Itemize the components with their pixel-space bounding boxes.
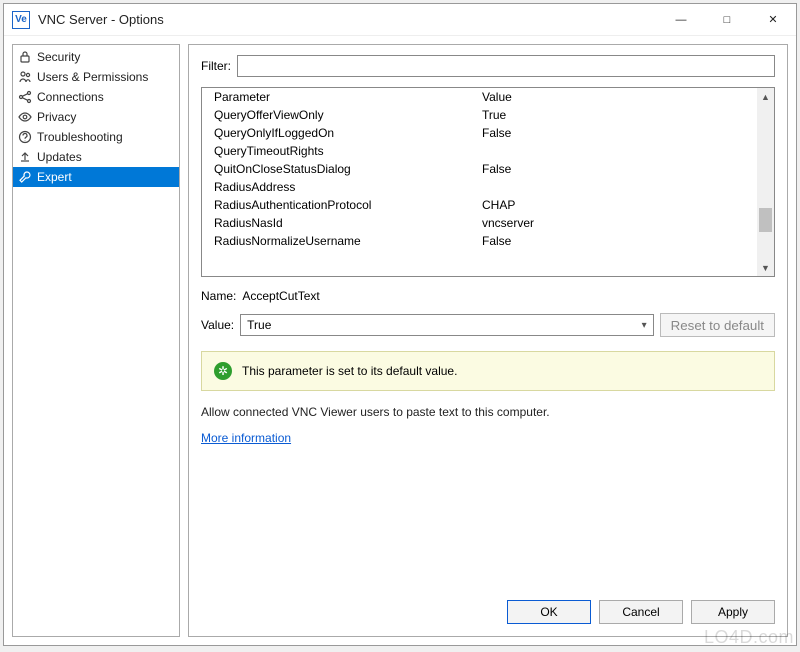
sidebar-item-updates[interactable]: Updates — [13, 147, 179, 167]
dialog-button-bar: OK Cancel Apply — [507, 600, 775, 624]
table-row[interactable]: RadiusAddress — [202, 178, 774, 196]
table-row[interactable]: RadiusAuthenticationProtocolCHAP — [202, 196, 774, 214]
sidebar-item-label: Privacy — [37, 110, 76, 124]
app-icon: Ve — [12, 11, 30, 29]
sidebar-item-label: Updates — [37, 150, 82, 164]
users-icon — [17, 69, 33, 85]
scroll-down-icon[interactable]: ▼ — [757, 259, 774, 276]
filter-input[interactable] — [237, 55, 775, 77]
chevron-down-icon: ▾ — [642, 320, 647, 331]
table-row[interactable]: RadiusNormalizeUsernameFalse — [202, 232, 774, 250]
sidebar-item-label: Troubleshooting — [37, 130, 123, 144]
value-dropdown[interactable]: True ▾ — [240, 314, 654, 336]
scroll-up-icon[interactable]: ▲ — [757, 88, 774, 105]
sidebar-item-label: Expert — [37, 170, 72, 184]
cancel-button[interactable]: Cancel — [599, 600, 683, 624]
question-icon — [17, 129, 33, 145]
table-row[interactable]: RadiusNasIdvncserver — [202, 214, 774, 232]
window-controls: ― □ ✕ — [658, 5, 796, 35]
name-row: Name: AcceptCutText — [201, 289, 775, 303]
banner-text: This parameter is set to its default val… — [242, 364, 457, 378]
table-scrollbar[interactable]: ▲ ▼ — [757, 88, 774, 276]
upload-icon — [17, 149, 33, 165]
close-button[interactable]: ✕ — [750, 5, 796, 35]
minimize-button[interactable]: ― — [658, 5, 704, 35]
parameter-description: Allow connected VNC Viewer users to past… — [201, 405, 775, 419]
header-value: Value — [482, 90, 766, 104]
sidebar-item-expert[interactable]: Expert — [13, 167, 179, 187]
category-sidebar: Security Users & Permissions Connections… — [12, 44, 180, 637]
info-banner: ✲ This parameter is set to its default v… — [201, 351, 775, 391]
main-panel: Filter: Parameter Value QueryOfferViewOn… — [188, 44, 788, 637]
connections-icon — [17, 89, 33, 105]
sidebar-item-label: Users & Permissions — [37, 70, 148, 84]
sidebar-item-users[interactable]: Users & Permissions — [13, 67, 179, 87]
value-row: Value: True ▾ Reset to default — [201, 313, 775, 337]
sidebar-item-label: Security — [37, 50, 80, 64]
titlebar: Ve VNC Server - Options ― □ ✕ — [4, 4, 796, 36]
more-information-link[interactable]: More information — [201, 431, 775, 445]
ok-button[interactable]: OK — [507, 600, 591, 624]
reset-to-default-button[interactable]: Reset to default — [660, 313, 775, 337]
table-row[interactable]: QueryOfferViewOnlyTrue — [202, 106, 774, 124]
content-area: Security Users & Permissions Connections… — [4, 36, 796, 645]
table-row[interactable]: QueryOnlyIfLoggedOnFalse — [202, 124, 774, 142]
parameter-table[interactable]: Parameter Value QueryOfferViewOnlyTrue Q… — [201, 87, 775, 277]
filter-label: Filter: — [201, 59, 231, 73]
value-selected: True — [247, 318, 271, 332]
sidebar-item-label: Connections — [37, 90, 104, 104]
sidebar-item-privacy[interactable]: Privacy — [13, 107, 179, 127]
apply-button[interactable]: Apply — [691, 600, 775, 624]
options-window: Ve VNC Server - Options ― □ ✕ Security U… — [3, 3, 797, 646]
scroll-thumb[interactable] — [759, 208, 772, 232]
sidebar-item-security[interactable]: Security — [13, 47, 179, 67]
sidebar-item-connections[interactable]: Connections — [13, 87, 179, 107]
sidebar-item-troubleshooting[interactable]: Troubleshooting — [13, 127, 179, 147]
eye-icon — [17, 109, 33, 125]
name-value: AcceptCutText — [242, 289, 319, 303]
gear-icon: ✲ — [214, 362, 232, 380]
lock-icon — [17, 49, 33, 65]
wrench-icon — [17, 169, 33, 185]
filter-row: Filter: — [201, 55, 775, 77]
window-title: VNC Server - Options — [38, 12, 658, 27]
header-parameter: Parameter — [214, 90, 482, 104]
table-body: QueryOfferViewOnlyTrue QueryOnlyIfLogged… — [202, 106, 774, 250]
value-label: Value: — [201, 318, 234, 332]
table-row[interactable]: QueryTimeoutRights — [202, 142, 774, 160]
name-label: Name: — [201, 289, 236, 303]
table-row[interactable]: QuitOnCloseStatusDialogFalse — [202, 160, 774, 178]
table-header: Parameter Value — [202, 88, 774, 106]
maximize-button[interactable]: □ — [704, 5, 750, 35]
